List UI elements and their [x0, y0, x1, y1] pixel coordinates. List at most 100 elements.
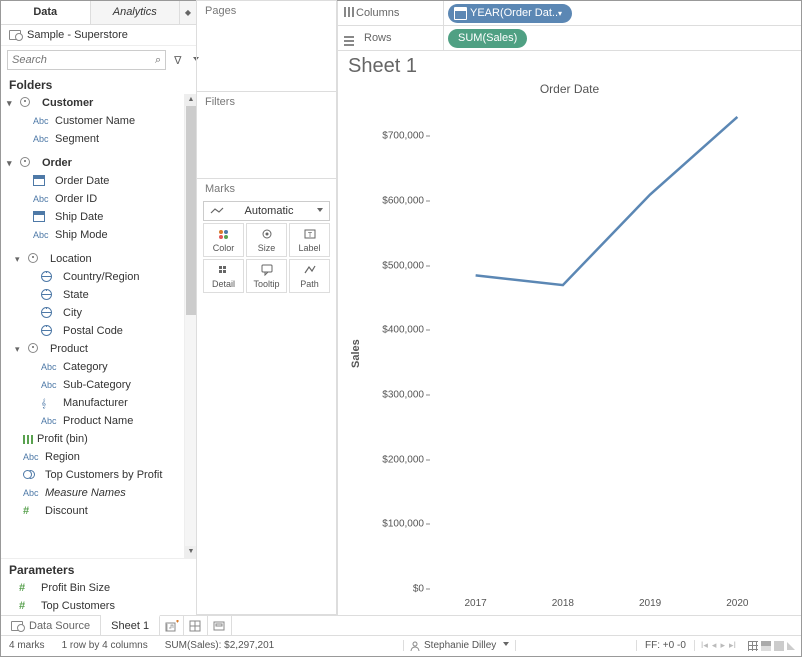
- marks-path-button[interactable]: Path: [289, 259, 330, 293]
- field-measure-names[interactable]: AbcMeasure Names: [1, 484, 186, 502]
- chart-grid[interactable]: $0$100,000$200,000$300,000$400,000$500,0…: [364, 98, 791, 609]
- search-box[interactable]: ⌕: [7, 50, 166, 70]
- field-category[interactable]: AbcCategory: [1, 358, 186, 376]
- nav-prev-icon[interactable]: ◂: [712, 640, 717, 651]
- nav-next-icon[interactable]: ▸: [720, 640, 725, 651]
- field-postal[interactable]: Postal Code: [1, 322, 186, 340]
- field-region[interactable]: AbcRegion: [1, 448, 186, 466]
- chevron-down-icon: ▾: [558, 4, 562, 23]
- nav-icons: I◂ ◂ ▸ ▸I: [695, 640, 742, 651]
- abc-icon: Abc: [41, 380, 59, 390]
- folder-order[interactable]: ▾Order: [1, 154, 186, 172]
- field-city[interactable]: City: [1, 304, 186, 322]
- search-input[interactable]: [12, 54, 155, 66]
- scroll-up-icon[interactable]: ▲: [185, 94, 196, 106]
- param-profit-bin-size[interactable]: #Profit Bin Size: [1, 579, 196, 597]
- field-label: City: [63, 307, 82, 319]
- data-panel-scrollbar[interactable]: ▲ ▼: [184, 94, 196, 558]
- split-view-icon[interactable]: [761, 641, 771, 651]
- field-profit-bin[interactable]: Profit (bin): [1, 430, 186, 448]
- folder-label: Customer: [42, 97, 93, 109]
- columns-pill[interactable]: YEAR(Order Dat..▾: [448, 4, 572, 23]
- field-ship-date[interactable]: Ship Date: [1, 208, 186, 226]
- new-dashboard-button[interactable]: [184, 616, 208, 635]
- set-icon: [23, 470, 41, 481]
- chart-title: Order Date: [348, 82, 791, 96]
- nav-first-icon[interactable]: I◂: [701, 640, 708, 651]
- resize-handle-icon[interactable]: [787, 642, 795, 650]
- label-icon: T: [303, 227, 317, 241]
- viz-panel: Columns YEAR(Order Dat..▾ Rows SUM(Sales…: [338, 1, 801, 615]
- field-top-customers[interactable]: Top Customers by Profit: [1, 466, 186, 484]
- columns-shelf[interactable]: YEAR(Order Dat..▾: [444, 1, 801, 25]
- user-name: Stephanie Dilley: [424, 640, 496, 651]
- field-ship-mode[interactable]: AbcShip Mode: [1, 226, 186, 244]
- field-product-name[interactable]: Abc Product Name: [1, 412, 186, 430]
- full-view-icon[interactable]: [774, 641, 784, 651]
- marks-size-button[interactable]: Size: [246, 223, 287, 257]
- marks-label-button[interactable]: TLabel: [289, 223, 330, 257]
- rows-pill[interactable]: SUM(Sales): [448, 29, 527, 48]
- abc-icon: Abc: [33, 230, 51, 240]
- param-top-customers[interactable]: #Top Customers: [1, 597, 196, 615]
- marks-card: Marks Automatic Color Size TLabel Detail…: [196, 178, 337, 615]
- field-label: Discount: [45, 505, 88, 517]
- fields-tree: ▾Customer AbcCustomer Name AbcSegment ▾O…: [1, 94, 196, 520]
- globe-icon: [41, 307, 59, 320]
- marks-detail-button[interactable]: Detail: [203, 259, 244, 293]
- abc-icon: Abc: [41, 362, 59, 372]
- field-manufacturer[interactable]: 𝄞Manufacturer: [1, 394, 186, 412]
- scrollbar-thumb[interactable]: [186, 106, 196, 315]
- columns-shelf-label: Columns: [338, 1, 444, 25]
- field-customer-name[interactable]: AbcCustomer Name: [1, 112, 186, 130]
- field-label: Location: [50, 253, 92, 265]
- tab-analytics[interactable]: Analytics: [91, 1, 181, 24]
- detail-icon: [217, 263, 231, 277]
- field-discount[interactable]: # Discount: [1, 502, 186, 520]
- hash-icon: #: [19, 582, 37, 594]
- new-worksheet-button[interactable]: [160, 616, 184, 635]
- line-icon: [210, 206, 224, 216]
- pill-label: YEAR(Order Dat..: [470, 4, 558, 23]
- user-icon: [410, 641, 420, 651]
- folder-product[interactable]: ▾Product: [1, 340, 186, 358]
- tab-label: Data Source: [29, 620, 90, 632]
- status-ff: FF: +0 -0: [636, 640, 695, 651]
- sheet1-tab[interactable]: Sheet 1: [101, 615, 160, 635]
- datasource-row[interactable]: Sample - Superstore: [1, 25, 196, 46]
- sheet-title[interactable]: Sheet 1: [338, 51, 801, 82]
- filter-icon[interactable]: ∇: [174, 54, 181, 67]
- field-state[interactable]: State: [1, 286, 186, 304]
- field-subcategory[interactable]: Abc Sub-Category: [1, 376, 186, 394]
- hash-icon: #: [23, 505, 41, 517]
- field-label: Measure Names: [45, 487, 126, 499]
- marks-tooltip-button[interactable]: Tooltip: [246, 259, 287, 293]
- user-menu[interactable]: Stephanie Dilley: [403, 640, 516, 651]
- field-label: Sub-Category: [63, 379, 131, 391]
- filters-shelf[interactable]: Filters: [196, 91, 337, 179]
- field-order-id[interactable]: AbcOrder ID: [1, 190, 186, 208]
- shelves-panel: Pages Filters Marks Automatic Color Size…: [197, 1, 338, 615]
- folder-customer[interactable]: ▾Customer: [1, 94, 186, 112]
- field-order-date[interactable]: Order Date: [1, 172, 186, 190]
- new-story-button[interactable]: [208, 616, 232, 635]
- rows-shelf[interactable]: SUM(Sales): [444, 26, 801, 50]
- grid-view-icon[interactable]: [748, 641, 758, 651]
- field-label: State: [63, 289, 89, 301]
- data-panel-caret[interactable]: ◆: [180, 1, 196, 24]
- field-segment[interactable]: AbcSegment: [1, 130, 186, 148]
- marks-type-dropdown[interactable]: Automatic: [203, 201, 330, 221]
- columns-shelf-row: Columns YEAR(Order Dat..▾: [338, 1, 801, 26]
- folder-icon: [20, 157, 38, 169]
- field-label: Product Name: [63, 415, 133, 427]
- abc-icon: Abc: [41, 416, 59, 426]
- scroll-down-icon[interactable]: ▼: [185, 546, 196, 558]
- nav-last-icon[interactable]: ▸I: [729, 640, 736, 651]
- pages-shelf[interactable]: Pages: [196, 0, 337, 92]
- data-source-tab[interactable]: Data Source: [1, 616, 101, 635]
- folder-location[interactable]: ▾Location: [1, 250, 186, 268]
- field-label: Profit (bin): [37, 433, 88, 445]
- field-country[interactable]: Country/Region: [1, 268, 186, 286]
- tab-data[interactable]: Data: [1, 1, 91, 24]
- marks-color-button[interactable]: Color: [203, 223, 244, 257]
